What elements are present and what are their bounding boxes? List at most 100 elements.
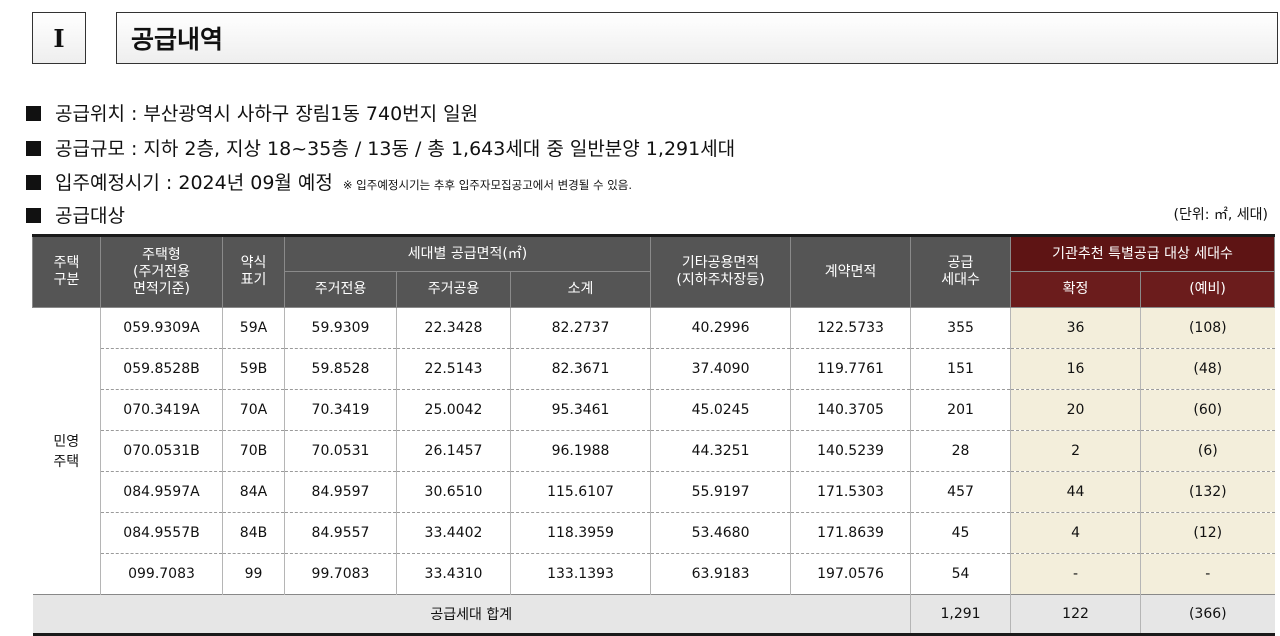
cell-reserve: (132) <box>1140 471 1275 513</box>
header-contract: 계약면적 <box>790 234 912 308</box>
cell-contract: 197.0576 <box>790 553 911 595</box>
cell-reserve: (48) <box>1140 348 1275 390</box>
supply-table: 주택 구분 주택형 (주거전용 면적기준) 약식 표기 세대별 공급면적(㎡) … <box>32 234 1276 636</box>
info-move-in-text: 입주예정시기 : 2024년 09월 예정 <box>55 172 333 194</box>
cell-reserve: (108) <box>1140 307 1275 349</box>
cell-contract: 171.5303 <box>790 471 911 513</box>
cell-reserve: (6) <box>1140 430 1275 472</box>
cell-other: 63.9183 <box>650 553 791 595</box>
cell-supply: 201 <box>910 389 1011 431</box>
page-title: 공급내역 <box>116 12 1278 64</box>
header-short: 약식 표기 <box>222 234 285 308</box>
cell-type: 084.9557B <box>100 512 223 554</box>
header-other: 기타공용면적 (지하주차장등) <box>650 234 792 308</box>
cell-supply: 355 <box>910 307 1011 349</box>
cell-reserve: (12) <box>1140 512 1275 554</box>
cell-supply: 457 <box>910 471 1011 513</box>
header-subtotal: 소계 <box>509 271 652 308</box>
cell-exclusive: 59.9309 <box>284 307 397 349</box>
cell-confirmed: 2 <box>1010 430 1141 472</box>
cell-common: 22.5143 <box>396 348 511 390</box>
cell-confirmed: 44 <box>1010 471 1141 513</box>
bullet-square-icon <box>26 208 41 223</box>
cell-confirmed: 4 <box>1010 512 1141 554</box>
info-target: 공급대상 <box>26 201 125 228</box>
cell-confirmed: 36 <box>1010 307 1141 349</box>
cell-subtotal: 82.2737 <box>509 307 651 349</box>
cell-contract: 140.3705 <box>790 389 911 431</box>
cell-common: 33.4402 <box>396 512 511 554</box>
section-number: I <box>32 12 86 64</box>
cell-common: 30.6510 <box>396 471 511 513</box>
header-category: 주택 구분 <box>32 234 101 308</box>
table-row: 084.9597A 84A 84.9597 30.6510 115.6107 5… <box>33 471 1275 513</box>
cell-common: 25.0042 <box>396 389 511 431</box>
table-row: 084.9557B 84B 84.9557 33.4402 118.3959 5… <box>33 512 1275 554</box>
info-location: 공급위치 : 부산광역시 사하구 장림1동 740번지 일원 <box>26 99 478 126</box>
cell-other: 53.4680 <box>650 512 791 554</box>
cell-contract: 119.7761 <box>790 348 911 390</box>
group-label: 민영 주택 <box>53 434 80 470</box>
cell-type: 070.0531B <box>100 430 223 472</box>
cell-reserve: (60) <box>1140 389 1275 431</box>
cell-contract: 140.5239 <box>790 430 911 472</box>
cell-supply: 54 <box>910 553 1011 595</box>
cell-common: 22.3428 <box>396 307 511 349</box>
cell-subtotal: 133.1393 <box>509 553 651 595</box>
cell-type: 084.9597A <box>100 471 223 513</box>
cell-confirmed: - <box>1010 553 1141 595</box>
cell-short: 99 <box>222 553 285 595</box>
cell-short: 59B <box>222 348 285 390</box>
info-move-in: 입주예정시기 : 2024년 09월 예정 ※ 입주예정시기는 추후 입주자모집… <box>26 168 632 195</box>
cell-contract: 171.8639 <box>790 512 911 554</box>
cell-reserve: - <box>1140 553 1275 595</box>
cell-exclusive: 59.8528 <box>284 348 397 390</box>
cell-subtotal: 96.1988 <box>509 430 651 472</box>
cell-short: 59A <box>222 307 285 349</box>
info-target-text: 공급대상 <box>55 205 125 227</box>
bullet-square-icon <box>26 175 41 190</box>
cell-other: 45.0245 <box>650 389 791 431</box>
header-type: 주택형 (주거전용 면적기준) <box>100 234 223 308</box>
cell-other: 44.3251 <box>650 430 791 472</box>
cell-short: 70A <box>222 389 285 431</box>
cell-confirmed: 16 <box>1010 348 1141 390</box>
header-exclusive: 주거전용 <box>284 271 397 308</box>
cell-type: 099.7083 <box>100 553 223 595</box>
header-special-group: 기관추천 특별공급 대상 세대수 <box>1010 234 1276 272</box>
cell-exclusive: 84.9597 <box>284 471 397 513</box>
info-scale-text: 공급규모 : 지하 2층, 지상 18~35층 / 13동 / 총 1,643세… <box>55 138 736 160</box>
cell-confirmed: 20 <box>1010 389 1141 431</box>
unit-note: (단위: ㎡, 세대) <box>1173 207 1268 223</box>
cell-type: 059.9309A <box>100 307 223 349</box>
cell-other: 55.9197 <box>650 471 791 513</box>
header-confirmed: 확정 <box>1010 271 1142 308</box>
table-row: 070.0531B 70B 70.0531 26.1457 96.1988 44… <box>33 430 1275 472</box>
cell-exclusive: 70.3419 <box>284 389 397 431</box>
cell-contract: 122.5733 <box>790 307 911 349</box>
cell-common: 33.4310 <box>396 553 511 595</box>
total-row: 공급세대 합계 1,291 122 (366) <box>32 594 1275 636</box>
bullet-square-icon <box>26 141 41 156</box>
cell-exclusive: 70.0531 <box>284 430 397 472</box>
cell-short: 84B <box>222 512 285 554</box>
cell-short: 70B <box>222 430 285 472</box>
cell-exclusive: 84.9557 <box>284 512 397 554</box>
cell-exclusive: 99.7083 <box>284 553 397 595</box>
table-row: 099.7083 99 99.7083 33.4310 133.1393 63.… <box>33 553 1275 595</box>
info-move-in-note: ※ 입주예정시기는 추후 입주자모집공고에서 변경될 수 있음. <box>342 178 633 192</box>
cell-subtotal: 82.3671 <box>509 348 651 390</box>
info-location-text: 공급위치 : 부산광역시 사하구 장림1동 740번지 일원 <box>55 103 479 125</box>
cell-type: 070.3419A <box>100 389 223 431</box>
cell-supply: 28 <box>910 430 1011 472</box>
header-supply: 공급 세대수 <box>910 234 1012 308</box>
cell-subtotal: 95.3461 <box>509 389 651 431</box>
cell-common: 26.1457 <box>396 430 511 472</box>
cell-subtotal: 115.6107 <box>509 471 651 513</box>
cell-other: 37.4090 <box>650 348 791 390</box>
total-label: 공급세대 합계 <box>32 594 911 636</box>
table-row: 070.3419A 70A 70.3419 25.0042 95.3461 45… <box>33 389 1275 431</box>
cell-subtotal: 118.3959 <box>509 512 651 554</box>
cell-short: 84A <box>222 471 285 513</box>
cell-other: 40.2996 <box>650 307 791 349</box>
